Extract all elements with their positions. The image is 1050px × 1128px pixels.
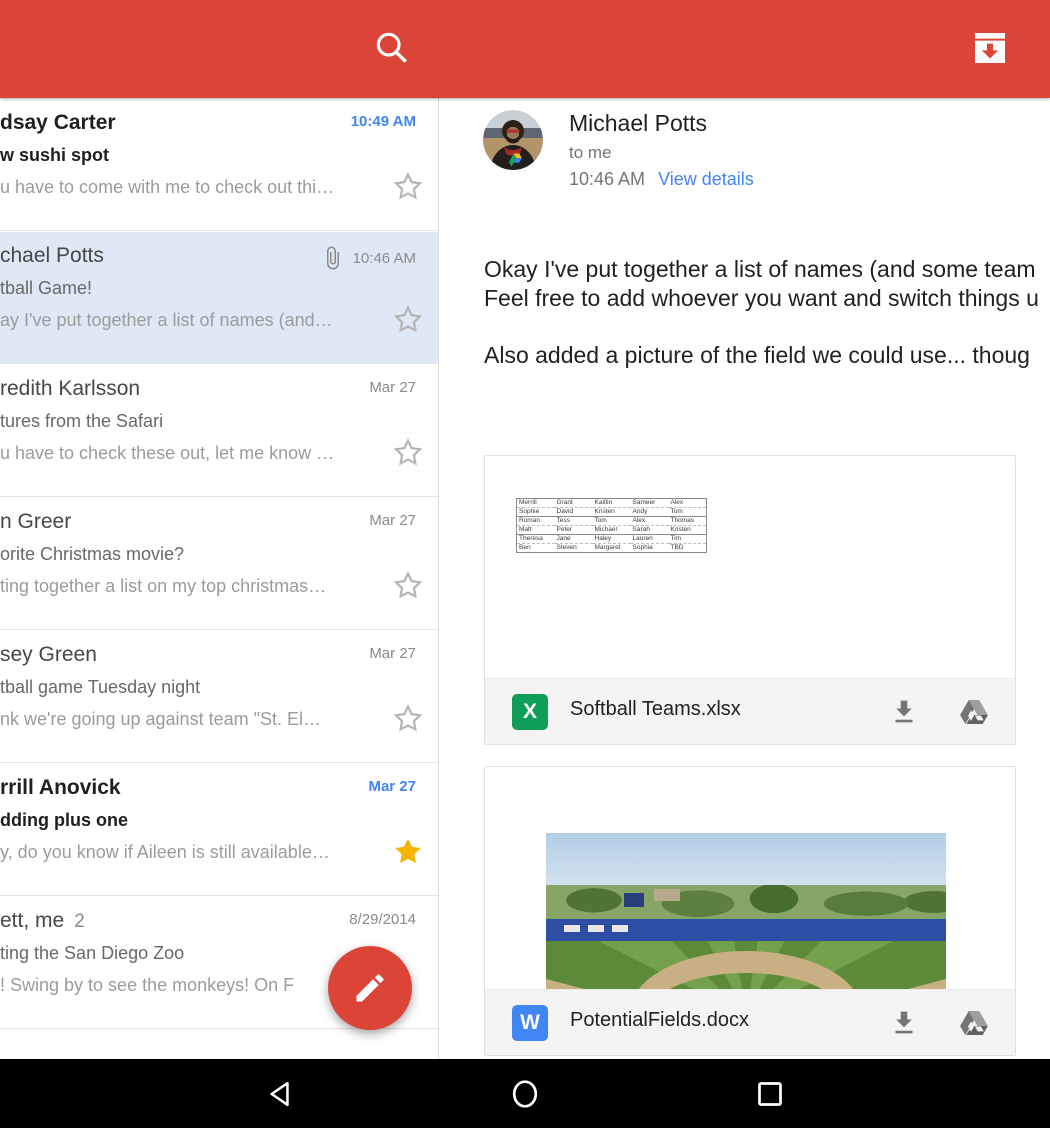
preview-text: ting together a list on my top christmas… xyxy=(0,576,360,597)
attachment-paperclip-icon xyxy=(321,246,345,270)
sender-name: rrill Anovick xyxy=(0,776,121,800)
subject: ting the San Diego Zoo xyxy=(0,943,184,964)
gmail-app: dsay Carter 10:49 AM w sushi spot u have… xyxy=(0,0,1050,1128)
sender-name: dsay Carter xyxy=(0,111,116,135)
star-outline-icon[interactable] xyxy=(390,169,426,205)
list-item[interactable]: rrill Anovick Mar 27 dding plus one y, d… xyxy=(0,764,438,896)
pane-divider xyxy=(438,98,439,1059)
body-text: Okay I've put together a list of names (… xyxy=(484,256,1036,283)
download-icon[interactable] xyxy=(887,695,921,729)
preview-text: u have to check these out, let me know … xyxy=(0,443,360,464)
home-icon[interactable] xyxy=(507,1076,543,1112)
list-item[interactable]: n Greer Mar 27 orite Christmas movie? ti… xyxy=(0,498,438,630)
drive-icon[interactable] xyxy=(957,695,991,729)
star-outline-icon[interactable] xyxy=(390,701,426,737)
timestamp: Mar 27 xyxy=(369,645,416,662)
android-nav-bar xyxy=(0,1059,1050,1128)
message-sender: Michael Potts xyxy=(569,110,707,137)
attachment-filename: PotentialFields.docx xyxy=(570,1009,749,1032)
preview-text: u have to come with me to check out thi… xyxy=(0,177,360,198)
timestamp: Mar 27 xyxy=(369,512,416,529)
compose-button[interactable] xyxy=(328,946,412,1030)
attachment-filename: Softball Teams.xlsx xyxy=(570,698,741,721)
subject: tball game Tuesday night xyxy=(0,677,200,698)
sender-name: sey Green xyxy=(0,643,97,667)
field-photo-preview xyxy=(546,833,946,991)
view-details-link[interactable]: View details xyxy=(658,169,754,189)
timestamp: Mar 27 xyxy=(369,379,416,396)
preview-text: y, do you know if Aileen is still availa… xyxy=(0,842,360,863)
download-icon[interactable] xyxy=(887,1006,921,1040)
archive-icon[interactable] xyxy=(970,28,1010,68)
message-meta: 10:46 AM View details xyxy=(569,169,754,190)
list-item[interactable]: dsay Carter 10:49 AM w sushi spot u have… xyxy=(0,99,438,231)
sender-avatar[interactable] xyxy=(483,110,543,170)
attachment-card-xlsx[interactable]: MerrillGrantKaitlinSameerAlex SophieDavi… xyxy=(484,455,1016,745)
attachment-footer: W PotentialFields.docx xyxy=(485,989,1015,1055)
message-recipient[interactable]: to me xyxy=(569,143,612,163)
list-item[interactable]: redith Karlsson Mar 27 tures from the Sa… xyxy=(0,365,438,497)
body-text: Also added a picture of the field we cou… xyxy=(484,342,1030,369)
star-outline-icon[interactable] xyxy=(390,302,426,338)
spreadsheet-preview: MerrillGrantKaitlinSameerAlex SophieDavi… xyxy=(516,498,707,553)
timestamp: 10:49 AM xyxy=(351,113,416,130)
preview-text: ! Swing by to see the monkeys! On F xyxy=(0,975,360,996)
search-icon[interactable] xyxy=(372,28,412,68)
timestamp: 10:46 AM xyxy=(353,250,416,267)
subject: dding plus one xyxy=(0,810,128,831)
sender-name: chael Potts xyxy=(0,244,104,268)
conversation-list: dsay Carter 10:49 AM w sushi spot u have… xyxy=(0,98,438,1059)
subject: orite Christmas movie? xyxy=(0,544,184,565)
back-icon[interactable] xyxy=(263,1076,299,1112)
body-text: Feel free to add whoever you want and sw… xyxy=(484,285,1039,312)
preview-text: ay I've put together a list of names (an… xyxy=(0,310,360,331)
drive-icon[interactable] xyxy=(957,1006,991,1040)
recents-icon[interactable] xyxy=(752,1076,788,1112)
star-filled-icon[interactable] xyxy=(390,834,426,870)
compose-pencil-icon xyxy=(352,970,388,1006)
timestamp: Mar 27 xyxy=(368,778,416,795)
attachment-footer: X Softball Teams.xlsx xyxy=(485,678,1015,744)
excel-file-icon: X xyxy=(512,694,548,730)
subject: tures from the Safari xyxy=(0,411,163,432)
list-item[interactable]: sey Green Mar 27 tball game Tuesday nigh… xyxy=(0,631,438,763)
sender-name: ett, me2 xyxy=(0,909,85,933)
subject: w sushi spot xyxy=(0,145,109,166)
message-detail-pane: Michael Potts to me 10:46 AM View detail… xyxy=(439,98,1050,1059)
thread-count: 2 xyxy=(74,911,85,932)
timestamp: 8/29/2014 xyxy=(349,911,416,928)
list-item-selected[interactable]: chael Potts 10:46 AM tball Game! ay I've… xyxy=(0,232,438,364)
sender-name: redith Karlsson xyxy=(0,377,140,401)
preview-text: nk we're going up against team "St. El… xyxy=(0,709,360,730)
star-outline-icon[interactable] xyxy=(390,435,426,471)
star-outline-icon[interactable] xyxy=(390,568,426,604)
message-time: 10:46 AM xyxy=(569,169,645,189)
top-action-bar xyxy=(0,0,1050,98)
word-file-icon: W xyxy=(512,1005,548,1041)
subject: tball Game! xyxy=(0,278,92,299)
sender-name: n Greer xyxy=(0,510,71,534)
avatar-photo xyxy=(483,110,543,170)
attachment-card-docx[interactable]: W PotentialFields.docx xyxy=(484,766,1016,1056)
